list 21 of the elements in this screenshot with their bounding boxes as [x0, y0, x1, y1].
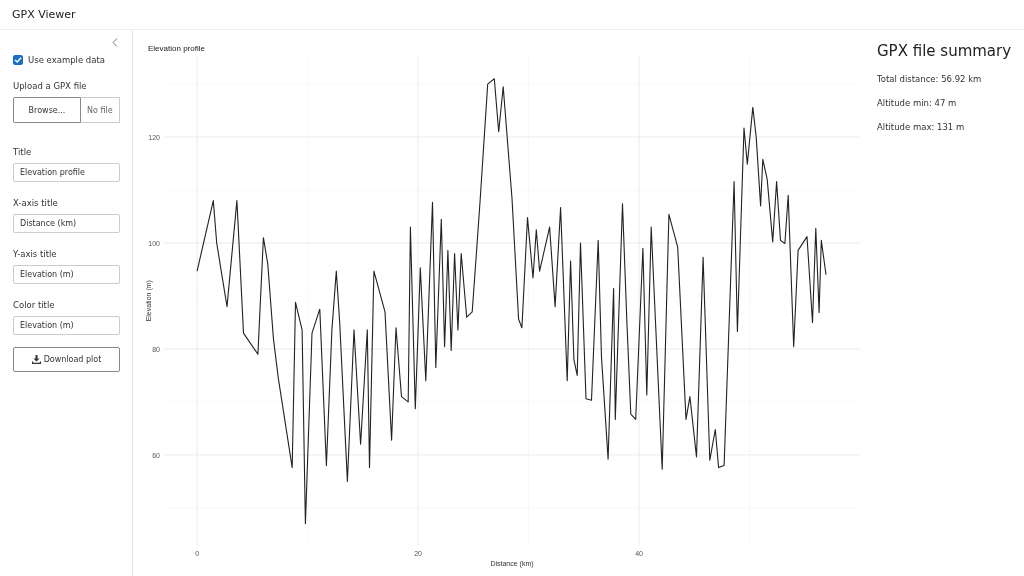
field-label: X-axis title [13, 198, 59, 208]
text-field[interactable]: Elevation (m) [13, 316, 120, 335]
checkbox[interactable] [13, 55, 23, 65]
text-field[interactable]: Distance (km) [13, 214, 120, 233]
download-icon [31, 355, 41, 364]
file-name-field[interactable]: No file [81, 97, 120, 123]
summary-text: Total distance: 56.92 km [877, 74, 983, 84]
summary-text: Altitude min: 47 m [877, 98, 958, 108]
field-label: Color title [13, 300, 56, 310]
summary-title: GPX file summary [877, 42, 1012, 60]
field-label: Upload a GPX file [13, 81, 88, 91]
text-field[interactable]: Elevation profile [13, 163, 120, 182]
field-label: Y-axis title [13, 249, 58, 259]
download-button[interactable]: Download plot [13, 347, 120, 372]
text-field[interactable]: Elevation (m) [13, 265, 120, 284]
field-label: Title [13, 147, 33, 157]
chart-title: Elevation profile [148, 44, 205, 53]
checkbox-label: Use example data [28, 55, 105, 65]
app-title: GPX Viewer [12, 8, 76, 21]
browse-button[interactable]: Browse... [13, 97, 81, 123]
summary-text: Altitude max: 131 m [877, 122, 966, 132]
